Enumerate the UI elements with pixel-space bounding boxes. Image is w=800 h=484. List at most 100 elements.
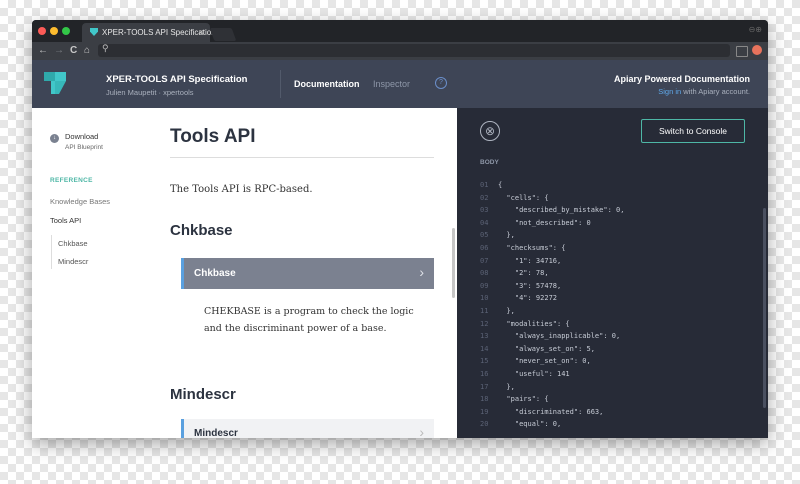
line-number: 04 xyxy=(480,218,489,227)
apiary-logo-icon xyxy=(44,72,66,94)
body-label: BODY xyxy=(480,159,499,166)
line-number: 07 xyxy=(480,256,489,265)
code-block: 01 {02 "cells": { 03 "described_by_mistake… xyxy=(480,179,624,431)
code-text: "4": 92272 xyxy=(498,294,558,303)
code-line: 03 "described_by_mistake": 0, xyxy=(480,204,624,217)
maximize-window-button[interactable] xyxy=(62,27,70,35)
tab-documentation[interactable]: Documentation xyxy=(294,79,360,89)
tab-strip: XPER-TOOLS API Specification × ⊖⊕ xyxy=(32,20,768,42)
sidebar-item-chkbase[interactable]: Chkbase xyxy=(58,239,88,248)
code-text: }, xyxy=(498,382,515,391)
code-text: "checksums": { xyxy=(498,243,566,252)
line-number: 11 xyxy=(480,306,489,315)
line-number: 15 xyxy=(480,357,489,366)
line-number: 09 xyxy=(480,281,489,290)
code-text: }, xyxy=(498,306,515,315)
section-heading-mindescr: Mindescr xyxy=(170,386,236,403)
signin-rest: with Apiary account. xyxy=(681,87,750,96)
code-line: 13 "always_inapplicable": 0, xyxy=(480,330,624,343)
code-text: "discriminated": 663, xyxy=(498,407,604,416)
code-text: "always_set_on": 5, xyxy=(498,344,595,353)
window-controls-icon[interactable]: ⊖⊕ xyxy=(749,25,762,34)
resource-description: CHEKBASE is a program to check the logic… xyxy=(204,306,414,334)
code-line: 07 "1": 34716, xyxy=(480,255,624,268)
sidebar-item-knowledge-bases[interactable]: Knowledge Bases xyxy=(50,197,110,206)
browser-window: XPER-TOOLS API Specification × ⊖⊕ ← → C … xyxy=(32,20,768,438)
code-line: 01 { xyxy=(480,179,624,192)
profile-avatar[interactable] xyxy=(752,45,762,55)
chevron-right-icon: › xyxy=(419,264,424,280)
console-pane: ⊗ Switch to Console BODY 01 {02 "cells": … xyxy=(457,108,768,438)
line-number: 13 xyxy=(480,332,489,341)
sidebar-item-mindescr[interactable]: Mindescr xyxy=(58,257,88,266)
code-line: 12 "modalities": { xyxy=(480,318,624,331)
code-text: "3": 57478, xyxy=(498,281,562,290)
tab-close-icon[interactable]: × xyxy=(199,23,204,42)
code-text: "pairs": { xyxy=(498,395,549,404)
line-number: 03 xyxy=(480,206,489,215)
code-line: 11 }, xyxy=(480,305,624,318)
header-divider xyxy=(280,70,281,98)
code-text: { xyxy=(498,181,503,189)
close-window-button[interactable] xyxy=(38,27,46,35)
powered-by-text: Apiary Powered Documentation xyxy=(613,74,750,84)
subnav-divider xyxy=(51,235,52,269)
reference-heading: REFERENCE xyxy=(50,177,93,184)
address-bar[interactable]: ⚲ xyxy=(98,43,730,57)
line-number: 17 xyxy=(480,382,489,391)
code-line: 16 "useful": 141 xyxy=(480,368,624,381)
tab-inspector[interactable]: Inspector xyxy=(373,79,410,89)
switch-to-console-button[interactable]: Switch to Console xyxy=(641,119,745,143)
code-text: "equal": 0, xyxy=(498,420,562,429)
doc-scrollbar[interactable] xyxy=(452,228,455,298)
sidebar-item-tools-api[interactable]: Tools API xyxy=(50,216,81,225)
code-text: "useful": 141 xyxy=(498,369,570,378)
code-line: 19 "discriminated": 663, xyxy=(480,406,624,419)
line-number: 01 xyxy=(480,181,489,189)
code-text: "always_inapplicable": 0, xyxy=(498,332,621,341)
code-text: "2": 78, xyxy=(498,269,549,278)
line-number: 18 xyxy=(480,395,489,404)
code-line: 18 "pairs": { xyxy=(480,393,624,406)
app-header: XPER-TOOLS API Specification Julien Maup… xyxy=(32,60,768,108)
code-line: 09 "3": 57478, xyxy=(480,280,624,293)
line-number: 05 xyxy=(480,231,489,240)
forward-icon[interactable]: → xyxy=(54,43,64,59)
download-link[interactable]: Download xyxy=(65,132,98,141)
code-line: 10 "4": 92272 xyxy=(480,292,624,305)
line-number: 12 xyxy=(480,319,489,328)
resource-name: Chkbase xyxy=(194,268,236,279)
page-title: Tools API xyxy=(170,126,256,147)
code-text: "modalities": { xyxy=(498,319,570,328)
code-line: 08 "2": 78, xyxy=(480,267,624,280)
home-icon[interactable]: ⌂ xyxy=(84,43,90,59)
code-line: 17 }, xyxy=(480,381,624,394)
download-icon[interactable]: ↓ xyxy=(50,134,59,143)
back-icon[interactable]: ← xyxy=(38,43,48,59)
line-number: 02 xyxy=(480,193,489,202)
browser-tab[interactable]: XPER-TOOLS API Specification × xyxy=(82,23,216,42)
code-line: 20 "equal": 0, xyxy=(480,418,624,431)
resource-mindescr[interactable]: Mindescr › xyxy=(181,419,434,438)
reload-icon[interactable]: C xyxy=(70,43,77,59)
chevron-right-icon: › xyxy=(419,424,424,438)
resource-chkbase[interactable]: Chkbase › xyxy=(181,258,434,289)
minimize-window-button[interactable] xyxy=(50,27,58,35)
intro-text: The Tools API is RPC-based. xyxy=(170,184,313,195)
code-text: "not_described": 0 xyxy=(498,218,591,227)
download-sub[interactable]: API Blueprint xyxy=(65,144,103,151)
code-text: "cells": { xyxy=(498,193,549,202)
line-number: 20 xyxy=(480,420,489,429)
cast-icon[interactable] xyxy=(736,46,748,57)
console-scrollbar[interactable] xyxy=(763,208,766,408)
code-line: 15 "never_set_on": 0, xyxy=(480,355,624,368)
signin-link[interactable]: Sign in xyxy=(658,87,681,96)
line-number: 06 xyxy=(480,243,489,252)
line-number: 10 xyxy=(480,294,489,303)
api-title: XPER-TOOLS API Specification xyxy=(106,74,248,85)
help-icon[interactable]: ? xyxy=(435,77,447,89)
signin-text: Sign in with Apiary account. xyxy=(658,87,750,96)
new-tab-button[interactable] xyxy=(209,28,237,41)
close-console-button[interactable]: ⊗ xyxy=(480,121,500,141)
api-author: Julien Maupetit · xpertools xyxy=(106,88,194,97)
